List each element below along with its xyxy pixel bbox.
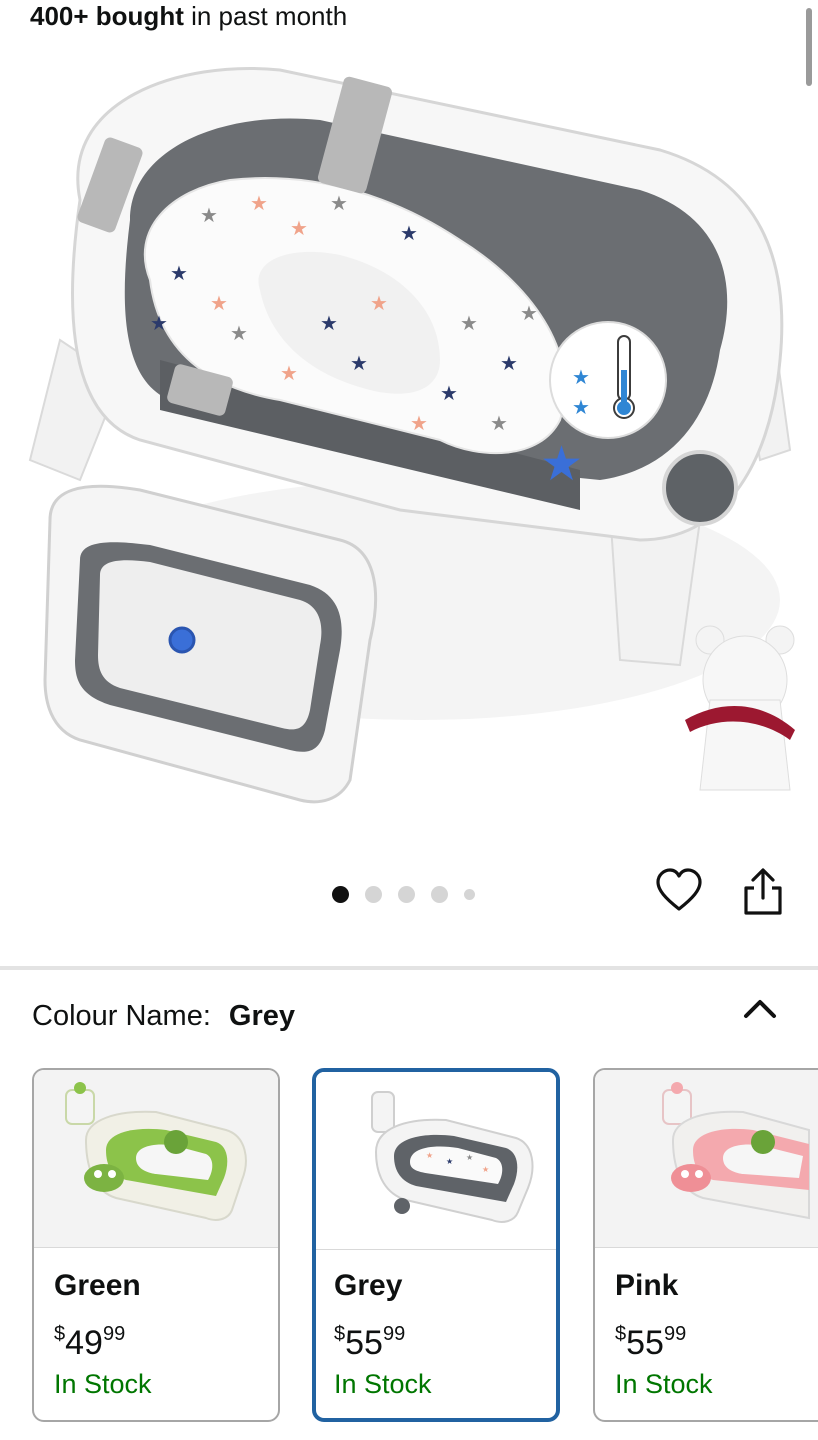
collapse-colour-button[interactable] xyxy=(738,990,782,1030)
svg-text:★: ★ xyxy=(440,381,458,405)
favorite-button[interactable] xyxy=(655,866,703,918)
bought-count-bold: 400+ bought xyxy=(30,1,184,31)
svg-text:★: ★ xyxy=(460,311,478,335)
pagination-dot[interactable] xyxy=(431,885,448,903)
svg-text:★: ★ xyxy=(170,261,188,285)
svg-text:★: ★ xyxy=(210,291,228,315)
variant-card-grey[interactable]: ★ ★ ★ ★ Grey $5599 In Stock xyxy=(312,1068,560,1422)
price-cents: 99 xyxy=(102,1323,126,1345)
colour-name-label: Colour Name: xyxy=(32,1000,211,1032)
svg-text:★: ★ xyxy=(466,1153,473,1162)
svg-text:★: ★ xyxy=(572,395,590,419)
stock-status: In Stock xyxy=(334,1369,432,1399)
stock-status: In Stock xyxy=(54,1369,152,1399)
svg-text:★: ★ xyxy=(200,203,218,227)
page-scrollbar[interactable] xyxy=(806,8,812,86)
image-pagination xyxy=(332,882,475,906)
price-cents: 99 xyxy=(382,1323,406,1345)
bought-count-rest: in past month xyxy=(183,1,348,31)
variant-thumbnail xyxy=(34,1070,278,1248)
svg-text:★: ★ xyxy=(320,311,338,335)
price-currency: $ xyxy=(615,1323,627,1345)
svg-text:★: ★ xyxy=(370,291,388,315)
price-whole: 49 xyxy=(65,1324,103,1362)
variant-name: Pink xyxy=(615,1269,679,1302)
pagination-dot[interactable] xyxy=(365,885,382,903)
colour-name-row: Colour Name: Grey xyxy=(32,996,295,1036)
price-currency: $ xyxy=(334,1323,346,1345)
svg-text:★: ★ xyxy=(446,1157,453,1166)
svg-text:★: ★ xyxy=(150,311,168,335)
variant-name: Grey xyxy=(334,1269,403,1302)
price-currency: $ xyxy=(54,1323,66,1345)
svg-text:★: ★ xyxy=(572,365,590,389)
svg-text:★: ★ xyxy=(400,221,418,245)
svg-text:★: ★ xyxy=(290,216,308,240)
pagination-dot[interactable] xyxy=(398,885,415,903)
svg-text:★: ★ xyxy=(410,411,428,435)
bought-count-text: 400+ bought in past month xyxy=(30,0,347,32)
colour-name-value: Grey xyxy=(228,1000,296,1032)
chevron-up-icon xyxy=(744,1000,776,1018)
svg-text:★: ★ xyxy=(280,361,298,385)
share-icon xyxy=(744,868,782,915)
price-whole: 55 xyxy=(345,1324,383,1362)
svg-text:★: ★ xyxy=(230,321,248,345)
svg-text:★: ★ xyxy=(350,351,368,375)
svg-text:★: ★ xyxy=(330,191,348,215)
variant-price: $4999 xyxy=(54,1314,125,1363)
variant-thumbnail xyxy=(595,1070,818,1248)
product-main-image[interactable]: ★ ★ ★ ★ ★ ★ ★ ★ ★ ★ ★ ★ ★ ★ ★ ★ ★ ★ ★ ★ … xyxy=(20,40,798,804)
variant-price: $5599 xyxy=(334,1314,405,1363)
section-divider xyxy=(0,966,818,970)
svg-text:★: ★ xyxy=(540,436,583,492)
variant-card-green[interactable]: Green $4999 In Stock xyxy=(32,1068,280,1422)
svg-text:★: ★ xyxy=(426,1151,433,1160)
share-button[interactable] xyxy=(740,866,786,918)
variant-name: Green xyxy=(54,1269,141,1302)
price-cents: 99 xyxy=(663,1323,687,1345)
heart-outline-icon xyxy=(656,868,702,911)
variant-card-pink[interactable]: Pink $5599 In Stock xyxy=(593,1068,818,1422)
pagination-dot[interactable] xyxy=(332,885,349,903)
svg-text:★: ★ xyxy=(482,1165,489,1174)
svg-text:★: ★ xyxy=(250,191,268,215)
price-whole: 55 xyxy=(626,1324,664,1362)
variant-price: $5599 xyxy=(615,1314,686,1363)
pagination-dot[interactable] xyxy=(464,888,475,900)
stock-status: In Stock xyxy=(615,1369,713,1399)
svg-text:★: ★ xyxy=(520,301,538,325)
svg-text:★: ★ xyxy=(500,351,518,375)
variant-thumbnail: ★ ★ ★ ★ xyxy=(316,1072,556,1250)
svg-text:★: ★ xyxy=(490,411,508,435)
